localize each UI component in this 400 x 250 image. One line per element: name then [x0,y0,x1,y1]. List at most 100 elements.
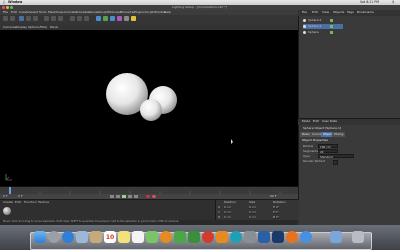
play-icon[interactable] [122,195,126,198]
menu-item[interactable]: Edit [11,11,17,14]
rotate-tool-icon[interactable] [33,16,38,21]
render-settings-icon[interactable] [84,16,89,21]
zoom-window-icon[interactable] [10,6,13,9]
viewport-menu-item[interactable]: Options [28,25,40,29]
3d-viewport[interactable] [0,30,298,186]
object-row[interactable]: Sphere [303,30,343,35]
menu-item[interactable]: Plugins [134,11,145,14]
mail-icon[interactable] [76,231,88,243]
launchpad-icon[interactable] [48,231,60,243]
facetime-icon[interactable] [188,231,200,243]
current-frame-field[interactable]: 0 F [18,195,23,198]
radius-field[interactable]: 100 cm [318,144,338,149]
undo-icon[interactable] [3,16,8,21]
photoshop-icon[interactable] [272,231,284,243]
objects-menu-edit[interactable]: Edit [310,10,320,15]
frame-start-field[interactable]: 0 F [3,195,8,198]
trash-icon[interactable] [352,231,364,243]
object-row-selected[interactable]: Sphere.1 [303,24,343,29]
autokey-icon[interactable] [152,195,156,198]
render-view-icon[interactable] [70,16,75,21]
redo-icon[interactable] [10,16,15,21]
material-menu-texture[interactable]: Texture [38,201,49,204]
menu-item[interactable]: Tools [39,11,46,14]
tab-phong[interactable]: Phong [332,132,346,137]
menu-item[interactable]: Animate [64,11,77,14]
menu-item[interactable]: Create [19,11,29,14]
reminders-icon[interactable] [132,231,144,243]
menu-item[interactable]: Script [145,11,154,14]
x-axis-icon[interactable] [44,16,49,21]
material-menu-edit[interactable]: Edit [15,201,21,204]
material-menu-function[interactable]: Function [24,201,37,204]
light-icon[interactable] [131,16,136,21]
render-perfect-checkbox[interactable] [333,160,338,165]
cube-icon[interactable] [96,16,101,21]
minimize-window-icon[interactable] [6,6,9,9]
enabled-check-icon[interactable] [330,31,333,34]
rotation-h-field[interactable]: H 0° [273,206,280,209]
messages-icon[interactable] [174,231,186,243]
chrome-icon[interactable] [300,231,312,243]
apple-icon[interactable]:  [3,0,5,4]
preferences-icon[interactable] [244,231,256,243]
nurbs-icon[interactable] [110,16,115,21]
objects-menu-view[interactable]: View [320,10,331,15]
z-axis-icon[interactable] [58,16,63,21]
objects-menu-file[interactable]: File [300,10,309,15]
menu-item[interactable]: Snap [56,11,64,14]
mac-app-name[interactable]: Window [8,0,22,4]
rotation-p-field[interactable]: P 0° [273,211,279,214]
material-menu-create[interactable]: Create [3,201,13,204]
position-x-field[interactable]: 0 cm [224,206,231,209]
menu-item[interactable]: Character [120,11,135,14]
subdivision-icon[interactable] [103,16,108,21]
downloads-icon[interactable] [330,231,342,243]
attributes-userdata-menu[interactable]: User Data [320,119,339,124]
record-icon[interactable] [146,195,150,198]
itunes-icon[interactable] [202,231,214,243]
rotation-b-field[interactable]: B 0° [273,216,279,219]
menu-item[interactable]: Select [29,11,38,14]
move-tool-icon[interactable] [19,16,24,21]
menu-item[interactable]: File [3,11,8,14]
appstore-icon[interactable] [230,231,242,243]
go-to-start-icon[interactable] [110,195,114,198]
material-swatch[interactable] [3,207,11,215]
menu-item[interactable]: Help [164,11,171,14]
finder-icon[interactable] [34,231,46,243]
go-to-end-icon[interactable] [134,195,138,198]
enabled-check-icon[interactable] [330,25,333,28]
sphere-small[interactable] [140,99,162,121]
maps-icon[interactable] [146,231,158,243]
step-back-icon[interactable] [116,195,120,198]
ibooks-icon[interactable] [216,231,228,243]
deformer-icon[interactable] [117,16,122,21]
size-z-field[interactable]: 0 cm [249,216,256,219]
size-y-field[interactable]: 0 cm [249,211,256,214]
segments-field[interactable]: 24 [318,149,338,154]
position-y-field[interactable]: 0 cm [224,211,231,214]
enabled-check-icon[interactable] [330,19,333,22]
objects-menu-bookmarks[interactable]: Bookmarks [355,10,376,15]
viewport-menu-item[interactable]: Cameras [3,25,16,29]
safari-icon[interactable] [62,231,74,243]
viewport-menu-item[interactable]: Display [16,25,27,29]
y-axis-icon[interactable] [51,16,56,21]
render-picture-icon[interactable] [77,16,82,21]
menu-item[interactable]: Simulate [76,11,89,14]
close-window-icon[interactable] [2,6,5,9]
scene-icon[interactable] [124,16,129,21]
menu-item[interactable]: Mesh [48,11,56,14]
step-forward-icon[interactable] [128,195,132,198]
firefox-icon[interactable] [286,231,298,243]
position-z-field[interactable]: 0 cm [224,216,231,219]
spotlight-icon[interactable]: ⚲ [392,0,394,4]
notes-icon[interactable] [118,231,130,243]
cinema4d-icon[interactable] [258,231,270,243]
mac-clock[interactable]: Sat 6:21 PM [360,0,379,4]
menu-item[interactable]: Sculpt [99,11,108,14]
size-x-field[interactable]: 0 cm [249,206,256,209]
viewport-menu-item[interactable]: Filter [40,25,47,29]
photos-icon[interactable] [160,231,172,243]
